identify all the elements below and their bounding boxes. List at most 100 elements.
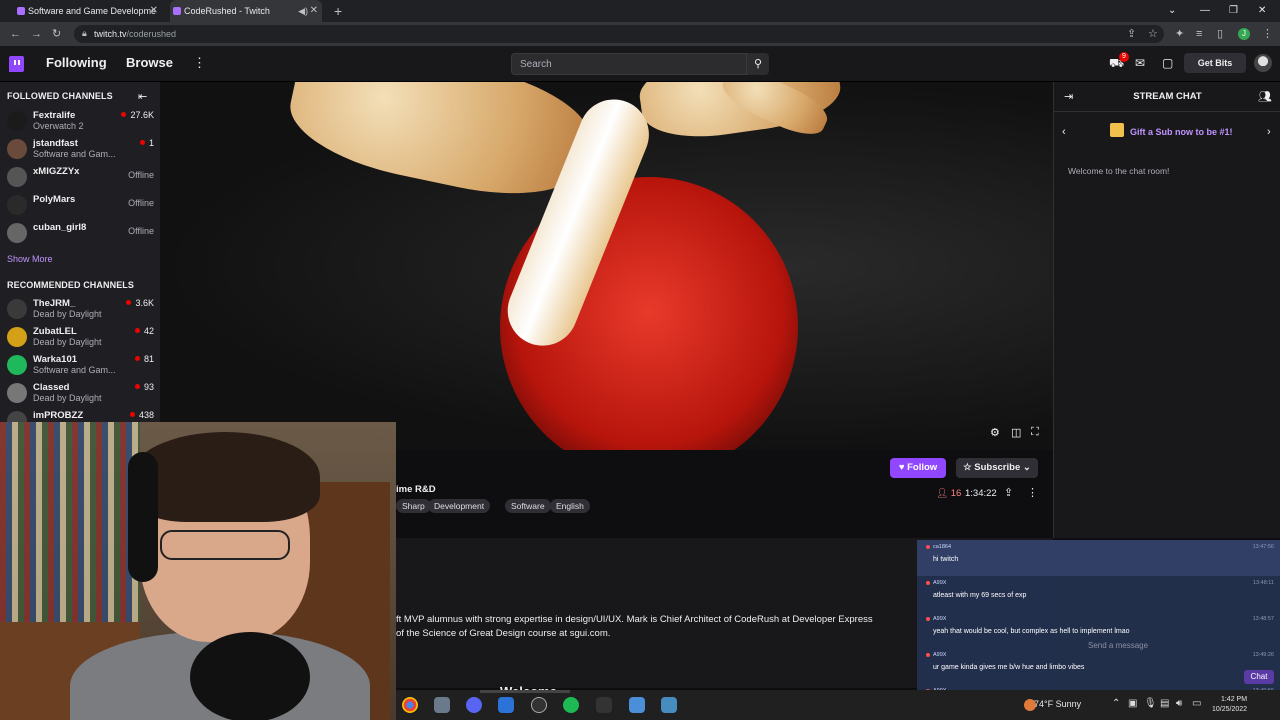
get-bits-button[interactable]: Get Bits [1184,53,1246,73]
reload-icon[interactable]: ↻ [52,22,61,46]
stream-uptime: 1:34:22 [965,488,997,499]
maximize-icon[interactable]: ❐ [1229,0,1238,22]
subscribe-button[interactable]: ☆ Subscribe ⌄ [956,458,1038,478]
whispers-icon[interactable]: ▢ [1162,46,1173,80]
forward-icon[interactable]: → [31,22,42,46]
channel-viewer-count: 1 [139,138,154,148]
share-icon[interactable]: ⇪ [1127,22,1136,46]
stream-tag[interactable]: Development [428,499,491,513]
sidebar-channel-improbzz[interactable]: imPROBZZ 438 [0,408,160,422]
overlay-chat-timestamp: 13:48:57 [1252,616,1274,622]
extensions-icon[interactable]: ✦ [1175,22,1184,46]
nav-browse[interactable]: Browse [126,46,173,80]
sidebar-channel-thejrm-[interactable]: TheJRM_ Dead by Daylight 3.6K [0,296,160,324]
tray-chevron-up-icon[interactable]: ⌃ [1112,698,1120,709]
overlay-chat-text: ur game kinda gives me b/w hue and limbo… [933,664,1085,671]
twitch-logo-icon[interactable] [9,56,24,72]
calculator-app-icon[interactable] [629,697,645,713]
more-kebab-icon[interactable]: ⋮ [193,46,206,80]
fullscreen-icon[interactable]: ⛶ [1031,426,1039,439]
stream-tag[interactable]: English [550,499,590,513]
live-dot-icon [134,356,140,361]
app-icon[interactable] [596,697,612,713]
webcam-bookshelf [0,422,140,622]
speaker-icon[interactable]: ◀) [298,0,308,22]
theatre-mode-icon[interactable]: ◫ [1011,426,1021,439]
lock-icon[interactable]: 🔒︎ [82,28,87,39]
minimize-icon[interactable]: — [1200,0,1210,22]
tab-search-icon[interactable]: ⌄ [1168,0,1176,22]
sidebar-channel-jstandfast[interactable]: jstandfast Software and Gam... 1 [0,136,160,164]
collapse-sidebar-icon[interactable]: ⇤ [138,90,147,103]
settings-gear-icon[interactable]: ⚙ [990,426,1000,439]
inbox-icon[interactable]: ✉ [1135,46,1145,80]
app-icon[interactable] [434,697,450,713]
chevron-right-icon[interactable]: › [1267,126,1271,138]
tray-battery-icon[interactable]: ▭ [1192,698,1201,709]
channel-avatar [7,355,27,375]
sidebar-channel-polymars[interactable]: PolyMars Offline [0,192,160,220]
channel-viewer-count: 42 [134,326,154,336]
menu-kebab-icon[interactable]: ⋮ [1262,22,1273,46]
chrome-app-icon[interactable] [402,697,418,713]
obs-app-icon[interactable] [531,697,547,713]
sidebar-channel-warka101[interactable]: Warka101 Software and Gam... 81 [0,352,160,380]
show-more-link[interactable]: Show More [7,254,53,264]
community-icon[interactable]: 👥︎ [1258,90,1272,103]
channel-avatar [7,167,27,187]
stream-tag[interactable]: Software [505,499,551,513]
chevron-left-icon[interactable]: ‹ [1062,126,1066,138]
viewer-count-value: 3.6K [135,298,154,308]
channel-category: Dead by Daylight [33,337,102,347]
media-control-icon[interactable]: ≡ [1196,22,1202,46]
side-panel-icon[interactable]: ▯ [1217,22,1223,46]
address-bar[interactable]: 🔒︎ twitch.tv/coderushed [74,25,1164,43]
search-icon[interactable]: ⚲ [747,53,769,75]
discord-app-icon[interactable] [466,697,482,713]
browser-profile-avatar[interactable]: J [1238,28,1250,40]
tray-volume-icon[interactable]: 🔊︎ [1176,698,1182,709]
close-tab-icon[interactable]: ✕ [310,0,318,22]
sidebar-channel-classed[interactable]: Classed Dead by Daylight 93 [0,380,160,408]
tray-mic-icon[interactable]: 🎙︎ [1144,698,1157,709]
app-icon[interactable] [498,697,514,713]
browser-tab-software[interactable]: Software and Game Developme ✕ [14,0,162,22]
overlay-chat-username: A99X [925,616,947,622]
share-icon[interactable]: ⇪ [1004,486,1013,499]
channel-viewer-count: 81 [134,354,154,364]
browser-tab-strip: Software and Game Developme ✕ CodeRushed… [0,0,1280,22]
twitch-favicon-icon [17,7,25,15]
search-input[interactable] [512,54,746,74]
follow-button[interactable]: ♥ Follow [890,458,946,478]
taskbar-clock[interactable]: 1:42 PM 10/25/2022 [1212,695,1247,715]
sidebar-channel-fextralife[interactable]: Fextralife Overwatch 2 27.6K [0,108,160,136]
gift-sub-banner[interactable]: ‹ Gift a Sub now to be #1! › [1054,118,1280,148]
sidebar-channel-cuban-girl8[interactable]: cuban_girl8 Offline [0,220,160,248]
user-avatar[interactable] [1254,54,1272,72]
notifications-icon[interactable]: ⛟ [1109,46,1124,80]
close-tab-icon[interactable]: ✕ [150,0,158,22]
channel-name: TheJRM_ [33,298,76,309]
nav-following[interactable]: Following [46,46,107,80]
back-icon[interactable]: ← [10,22,21,46]
tray-app-icon[interactable]: ▣ [1128,698,1137,709]
new-tab-icon[interactable]: + [334,0,342,22]
webcam-streamer-hair [130,432,320,522]
overlay-chat-message: ca1864 13:47:56 hi twitch [917,540,1280,576]
sidebar-channel-zubatlel[interactable]: ZubatLEL Dead by Daylight 42 [0,324,160,352]
tray-network-icon[interactable]: ▤ [1160,698,1169,709]
sidebar-channel-xmigzzyx[interactable]: xMIGZZYx Offline [0,164,160,192]
video-player[interactable]: ⚙ ◫ ⛶ [160,82,1053,450]
more-options-icon[interactable]: ⋮ [1027,486,1038,499]
weather-widget[interactable]: 74°F Sunny [1034,699,1081,709]
about-text-line: ft MVP alumnus with strong expertise in … [396,614,873,625]
viewer-count-value: 16 [950,488,962,499]
close-window-icon[interactable]: ✕ [1258,0,1266,22]
browser-tab-coderushed[interactable]: CodeRushed - Twitch ◀) ✕ [170,0,322,22]
godot-app-icon[interactable] [661,697,677,713]
bookmark-star-icon[interactable]: ☆ [1148,22,1158,46]
viewer-count-value: 81 [143,354,154,364]
spotify-app-icon[interactable] [563,697,579,713]
stream-tag[interactable]: Sharp [396,499,431,513]
url-path: /coderushed [126,29,177,39]
